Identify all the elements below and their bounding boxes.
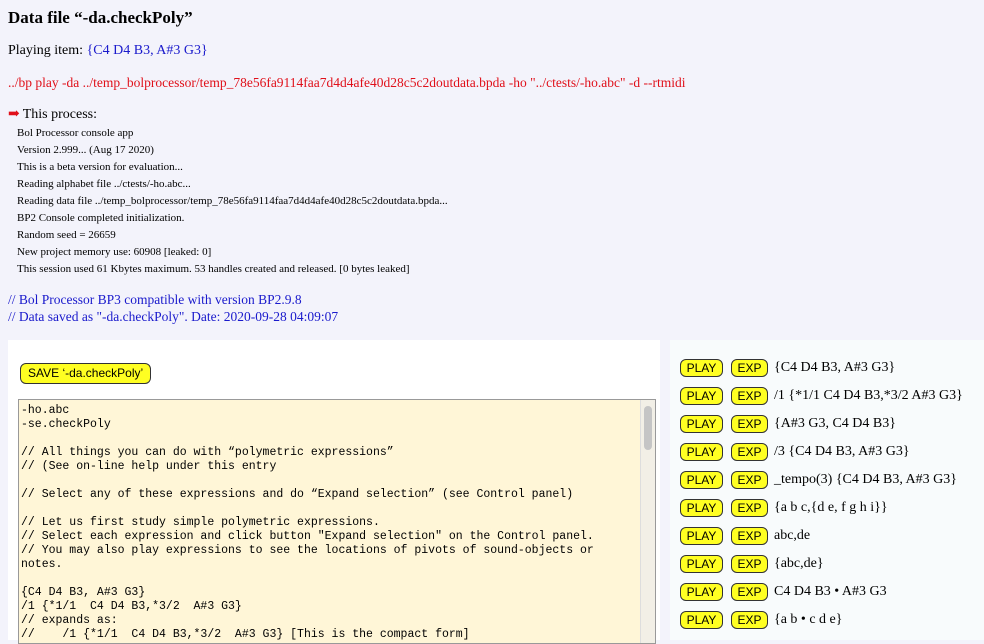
play-button[interactable]: PLAY xyxy=(680,499,723,517)
expression-text: abc,de xyxy=(774,528,811,543)
expand-button[interactable]: EXP xyxy=(731,443,768,461)
expression-row: PLAY EXP {a b • c d e} xyxy=(680,608,842,632)
expand-button[interactable]: EXP xyxy=(731,527,768,545)
process-heading: ➡ This process: xyxy=(8,106,97,123)
expression-row: PLAY EXP /3 {C4 D4 B3, A#3 G3} xyxy=(680,440,910,464)
play-button[interactable]: PLAY xyxy=(680,443,723,461)
log-line: New project memory use: 60908 [leaked: 0… xyxy=(17,246,212,258)
expand-button[interactable]: EXP xyxy=(731,415,768,433)
expand-button[interactable]: EXP xyxy=(731,387,768,405)
expression-text: {abc,de} xyxy=(774,556,824,571)
page-title: Data file “-da.checkPoly” xyxy=(8,8,193,27)
play-button[interactable]: PLAY xyxy=(680,387,723,405)
log-line: This is a beta version for evaluation... xyxy=(17,161,183,173)
scrollbar-thumb[interactable] xyxy=(644,406,652,450)
expression-text: _tempo(3) {C4 D4 B3, A#3 G3} xyxy=(774,472,957,487)
expand-button[interactable]: EXP xyxy=(731,583,768,601)
expand-button[interactable]: EXP xyxy=(731,555,768,573)
process-label: This process: xyxy=(22,107,97,122)
command-line: ../bp play -da ../temp_bolprocessor/temp… xyxy=(8,75,686,90)
log-line: Reading alphabet file ../ctests/-ho.abc.… xyxy=(17,178,191,190)
log-line: Version 2.999... (Aug 17 2020) xyxy=(17,144,154,156)
expression-text: /3 {C4 D4 B3, A#3 G3} xyxy=(774,444,910,459)
expand-button[interactable]: EXP xyxy=(731,359,768,377)
expression-row: PLAY EXP C4 D4 B3 • A#3 G3 xyxy=(680,580,887,604)
textarea-content[interactable]: -ho.abc -se.checkPoly // All things you … xyxy=(19,400,655,642)
compat-line: // Data saved as "-da.checkPoly". Date: … xyxy=(8,309,339,324)
log-line: BP2 Console completed initialization. xyxy=(17,212,185,224)
textarea-scrollbar[interactable] xyxy=(640,400,655,643)
expression-text: {C4 D4 B3, A#3 G3} xyxy=(774,360,896,375)
expression-row: PLAY EXP {C4 D4 B3, A#3 G3} xyxy=(680,356,895,380)
expression-row: PLAY EXP abc,de xyxy=(680,524,810,548)
process-log: Bol Processor console app Version 2.999.… xyxy=(17,125,448,278)
expressions-panel: PLAY EXP {C4 D4 B3, A#3 G3} PLAY EXP /1 … xyxy=(670,340,984,640)
expression-text: /1 {*1/1 C4 D4 B3,*3/2 A#3 G3} xyxy=(774,388,963,403)
expression-row: PLAY EXP {abc,de} xyxy=(680,552,824,576)
arrow-right-icon: ➡ xyxy=(8,107,20,122)
playing-line: Playing item: {C4 D4 B3, A#3 G3} xyxy=(8,43,208,59)
expand-button[interactable]: EXP xyxy=(731,471,768,489)
expression-row: PLAY EXP _tempo(3) {C4 D4 B3, A#3 G3} xyxy=(680,468,957,492)
playing-label: Playing item: xyxy=(8,43,84,58)
compatibility-notes: // Bol Processor BP3 compatible with ver… xyxy=(8,291,338,325)
play-button[interactable]: PLAY xyxy=(680,555,723,573)
expression-text: {a b • c d e} xyxy=(774,612,843,627)
play-button[interactable]: PLAY xyxy=(680,359,723,377)
playing-item: {C4 D4 B3, A#3 G3} xyxy=(86,43,208,58)
expression-row: PLAY EXP /1 {*1/1 C4 D4 B3,*3/2 A#3 G3} xyxy=(680,384,963,408)
play-button[interactable]: PLAY xyxy=(680,415,723,433)
play-button[interactable]: PLAY xyxy=(680,583,723,601)
log-line: Random seed = 26659 xyxy=(17,229,116,241)
expression-row: PLAY EXP {A#3 G3, C4 D4 B3} xyxy=(680,412,896,436)
expression-text: {a b c,{d e, f g h i}} xyxy=(774,500,888,515)
log-line: Bol Processor console app xyxy=(17,127,134,139)
play-button[interactable]: PLAY xyxy=(680,611,723,629)
data-textarea[interactable]: -ho.abc -se.checkPoly // All things you … xyxy=(18,399,656,644)
play-button[interactable]: PLAY xyxy=(680,527,723,545)
save-button[interactable]: SAVE ‘-da.checkPoly’ xyxy=(20,363,152,384)
expand-button[interactable]: EXP xyxy=(731,611,768,629)
expression-text: C4 D4 B3 • A#3 G3 xyxy=(774,584,887,599)
log-line: Reading data file ../temp_bolprocessor/t… xyxy=(17,195,448,207)
compat-line: // Bol Processor BP3 compatible with ver… xyxy=(8,292,302,307)
log-line: This session used 61 Kbytes maximum. 53 … xyxy=(17,263,410,275)
expression-text: {A#3 G3, C4 D4 B3} xyxy=(774,416,896,431)
expand-button[interactable]: EXP xyxy=(731,499,768,517)
editor-panel: SAVE ‘-da.checkPoly’ -ho.abc -se.checkPo… xyxy=(8,340,660,644)
expression-row: PLAY EXP {a b c,{d e, f g h i}} xyxy=(680,496,888,520)
play-button[interactable]: PLAY xyxy=(680,471,723,489)
